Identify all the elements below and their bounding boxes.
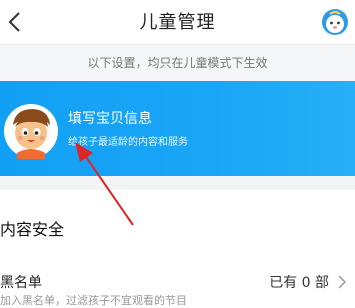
section-divider xyxy=(0,176,355,190)
baby-info-banner[interactable]: 填写宝贝信息 给孩子最适龄的内容和服务 xyxy=(0,81,355,176)
notice-text: 以下设置，均只在儿童模式下生效 xyxy=(87,56,268,70)
header-bar: 儿童管理 xyxy=(0,0,355,44)
page-title: 儿童管理 xyxy=(139,12,216,33)
baby-avatar-icon[interactable] xyxy=(321,8,349,36)
banner-subtitle: 给孩子最适龄的内容和服务 xyxy=(68,137,188,148)
child-face-icon xyxy=(4,104,58,159)
blacklist-row[interactable]: 黑名单 加入黑名单，过滤孩子不宜观看的节目 已有 0 部 xyxy=(0,266,355,307)
content-safety-heading: 内容安全 xyxy=(0,220,65,239)
banner-title: 填写宝贝信息 xyxy=(68,111,152,127)
blacklist-label: 黑名单 xyxy=(0,275,42,291)
chevron-right-icon xyxy=(338,275,346,289)
blacklist-count: 已有 0 部 xyxy=(269,275,329,291)
notice-bar: 以下设置，均只在儿童模式下生效 xyxy=(0,44,355,82)
